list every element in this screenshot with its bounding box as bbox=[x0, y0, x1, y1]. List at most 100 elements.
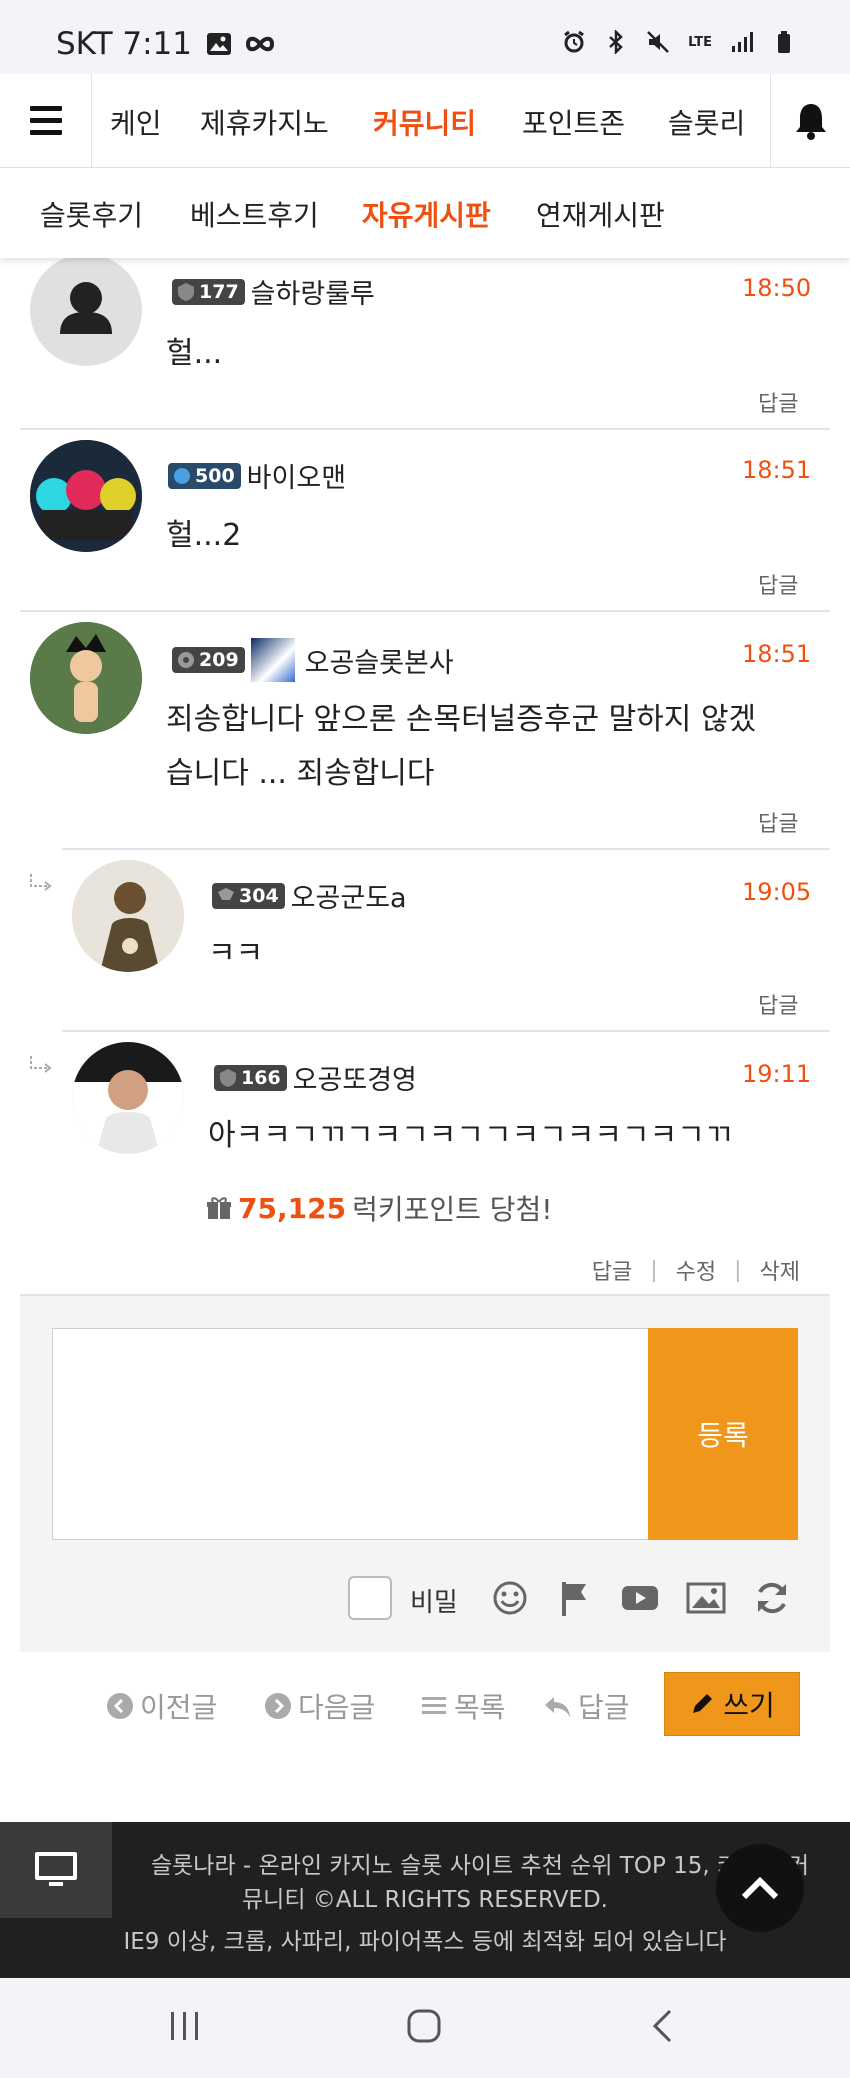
comment-text-line1: 죄송합니다 앞으론 손목터널증후군 말하지 않겠 bbox=[166, 702, 757, 737]
badge-icon bbox=[218, 887, 234, 900]
edit-link[interactable]: 수정 bbox=[676, 1254, 716, 1286]
write-button[interactable]: 쓰기 bbox=[664, 1672, 800, 1736]
default-user-icon bbox=[60, 282, 112, 334]
gear-icon bbox=[178, 652, 194, 668]
nav-item-pointzone[interactable]: 포인트존 bbox=[522, 102, 625, 142]
divider bbox=[62, 1030, 830, 1032]
level-badge: 177 bbox=[172, 278, 245, 305]
carrier-time: SKT 7:11 bbox=[56, 26, 193, 62]
scroll-top-button[interactable] bbox=[716, 1844, 804, 1932]
username[interactable]: 슬하랑룰루 bbox=[251, 272, 375, 311]
separator: | bbox=[650, 1257, 658, 1283]
submit-button[interactable]: 등록 bbox=[648, 1328, 798, 1540]
username[interactable]: 바이오맨 bbox=[247, 456, 346, 495]
reply-link[interactable]: 답글 bbox=[758, 806, 798, 838]
tab-free-board[interactable]: 자유게시판 bbox=[362, 194, 491, 234]
image-icon[interactable] bbox=[686, 1578, 726, 1618]
username[interactable]: 오공군도a bbox=[291, 876, 407, 915]
status-right: LTE bbox=[562, 30, 796, 54]
comment-input[interactable] bbox=[52, 1328, 652, 1540]
tab-slot-review[interactable]: 슬롯후기 bbox=[40, 194, 143, 234]
separator: | bbox=[734, 1257, 742, 1283]
username[interactable]: 오공또경영 bbox=[293, 1058, 417, 1097]
user-emblem bbox=[250, 638, 295, 682]
reply-indent-icon bbox=[30, 1056, 52, 1073]
comment-meta: 166 오공또경영 bbox=[214, 1058, 417, 1097]
game-notification-icon bbox=[246, 36, 275, 52]
comment-meta: 304 오공군도a bbox=[212, 876, 407, 915]
footer: 슬롯나라 - 온라인 카지노 슬롯 사이트 추천 순위 TOP 15, 카지노 … bbox=[0, 1822, 850, 1978]
divider bbox=[20, 610, 830, 612]
footer-line-3: IE9 이상, 크롬, 사파리, 파이어폭스 등에 최적화 되어 있습니다 bbox=[123, 1929, 727, 1955]
comment-time: 18:51 bbox=[742, 456, 812, 484]
back-icon[interactable] bbox=[650, 2008, 674, 2044]
prev-post-button[interactable]: 이전글 bbox=[106, 1686, 217, 1726]
avatar bbox=[30, 440, 142, 552]
prev-label: 이전글 bbox=[140, 1691, 218, 1724]
chevron-right-icon bbox=[265, 1693, 291, 1719]
top-nav: 케인 제휴카지노 커뮤니티 포인트존 슬롯리 bbox=[0, 74, 850, 168]
reply-post-button[interactable]: 답글 bbox=[542, 1686, 630, 1726]
comment-text: 아ㅋㅋㄱㄲㄱㅋㄱㅋㄱㄱㅋㄱㅋㅋㄱㅋㄱㄲ bbox=[208, 1118, 733, 1153]
reply-icon bbox=[545, 1697, 570, 1717]
divider bbox=[62, 848, 830, 850]
comment-text: 헐... bbox=[166, 336, 223, 371]
level-number: 166 bbox=[241, 1066, 281, 1089]
next-label: 다음글 bbox=[298, 1691, 376, 1724]
reply-indent-icon bbox=[30, 874, 52, 891]
tab-best-review[interactable]: 베스트후기 bbox=[190, 194, 319, 234]
next-post-button[interactable]: 다음글 bbox=[264, 1686, 375, 1726]
level-number: 500 bbox=[195, 464, 235, 487]
post-navigation: 이전글 다음글 목록 답글 쓰기 bbox=[0, 1672, 850, 1736]
delete-link[interactable]: 삭제 bbox=[760, 1254, 800, 1286]
nav-item-1[interactable]: 케인 bbox=[110, 102, 162, 142]
avatar-image bbox=[72, 860, 184, 972]
avatar-image bbox=[30, 440, 142, 552]
comment-form: 등록 비밀 bbox=[20, 1296, 830, 1652]
comment-text: ㅋㅋ bbox=[208, 936, 264, 971]
menu-icon[interactable] bbox=[0, 74, 92, 167]
comment-time: 19:05 bbox=[742, 878, 812, 906]
comment-toolbar: 비밀 bbox=[20, 1572, 830, 1624]
lte-label: LTE bbox=[688, 34, 712, 50]
alarm-icon bbox=[564, 30, 585, 53]
avatar bbox=[30, 254, 142, 366]
tab-serial-board[interactable]: 연재게시판 bbox=[536, 194, 665, 234]
list-button[interactable]: 목록 bbox=[420, 1686, 506, 1726]
status-bar: SKT 7:11 LTE bbox=[0, 0, 850, 74]
flag-icon[interactable] bbox=[554, 1578, 594, 1618]
avatar-image bbox=[72, 1042, 184, 1154]
level-badge: 304 bbox=[212, 882, 285, 909]
avatar bbox=[30, 622, 142, 734]
comment-meta: 209 오공슬롯본사 bbox=[172, 638, 454, 682]
nav-item-5[interactable]: 슬롯리 bbox=[668, 102, 745, 142]
home-icon[interactable] bbox=[406, 2008, 442, 2044]
nav-item-community[interactable]: 커뮤니티 bbox=[373, 102, 476, 142]
reply-link[interactable]: 답글 bbox=[758, 386, 798, 418]
secret-checkbox[interactable] bbox=[348, 1576, 392, 1620]
comment-time: 18:50 bbox=[742, 274, 812, 302]
reply-link[interactable]: 답글 bbox=[758, 988, 798, 1020]
lucky-points: 75,125 bbox=[238, 1191, 347, 1225]
list-icon bbox=[422, 1697, 446, 1714]
divider bbox=[20, 428, 830, 430]
level-badge: 209 bbox=[172, 647, 245, 673]
video-icon[interactable] bbox=[620, 1578, 660, 1618]
reply-label: 답글 bbox=[578, 1691, 630, 1724]
reply-link[interactable]: 답글 bbox=[758, 568, 798, 600]
avatar bbox=[72, 1042, 184, 1154]
level-badge: 500 bbox=[168, 462, 241, 489]
reply-link[interactable]: 답글 bbox=[592, 1254, 632, 1286]
chevron-up-icon bbox=[741, 1876, 779, 1900]
username[interactable]: 오공슬롯본사 bbox=[305, 641, 454, 680]
refresh-icon[interactable] bbox=[752, 1578, 792, 1618]
recent-apps-icon[interactable] bbox=[168, 2008, 202, 2044]
comment-time: 19:11 bbox=[742, 1060, 812, 1088]
chevron-left-icon bbox=[107, 1693, 133, 1719]
battery-icon bbox=[778, 31, 790, 53]
android-nav-bar bbox=[0, 1978, 850, 2078]
emoji-icon[interactable] bbox=[490, 1578, 530, 1618]
nav-item-2[interactable]: 제휴카지노 bbox=[200, 102, 329, 142]
bell-icon[interactable] bbox=[770, 74, 850, 167]
comment-text-line2: 습니다 ... 죄송합니다 bbox=[166, 756, 435, 791]
